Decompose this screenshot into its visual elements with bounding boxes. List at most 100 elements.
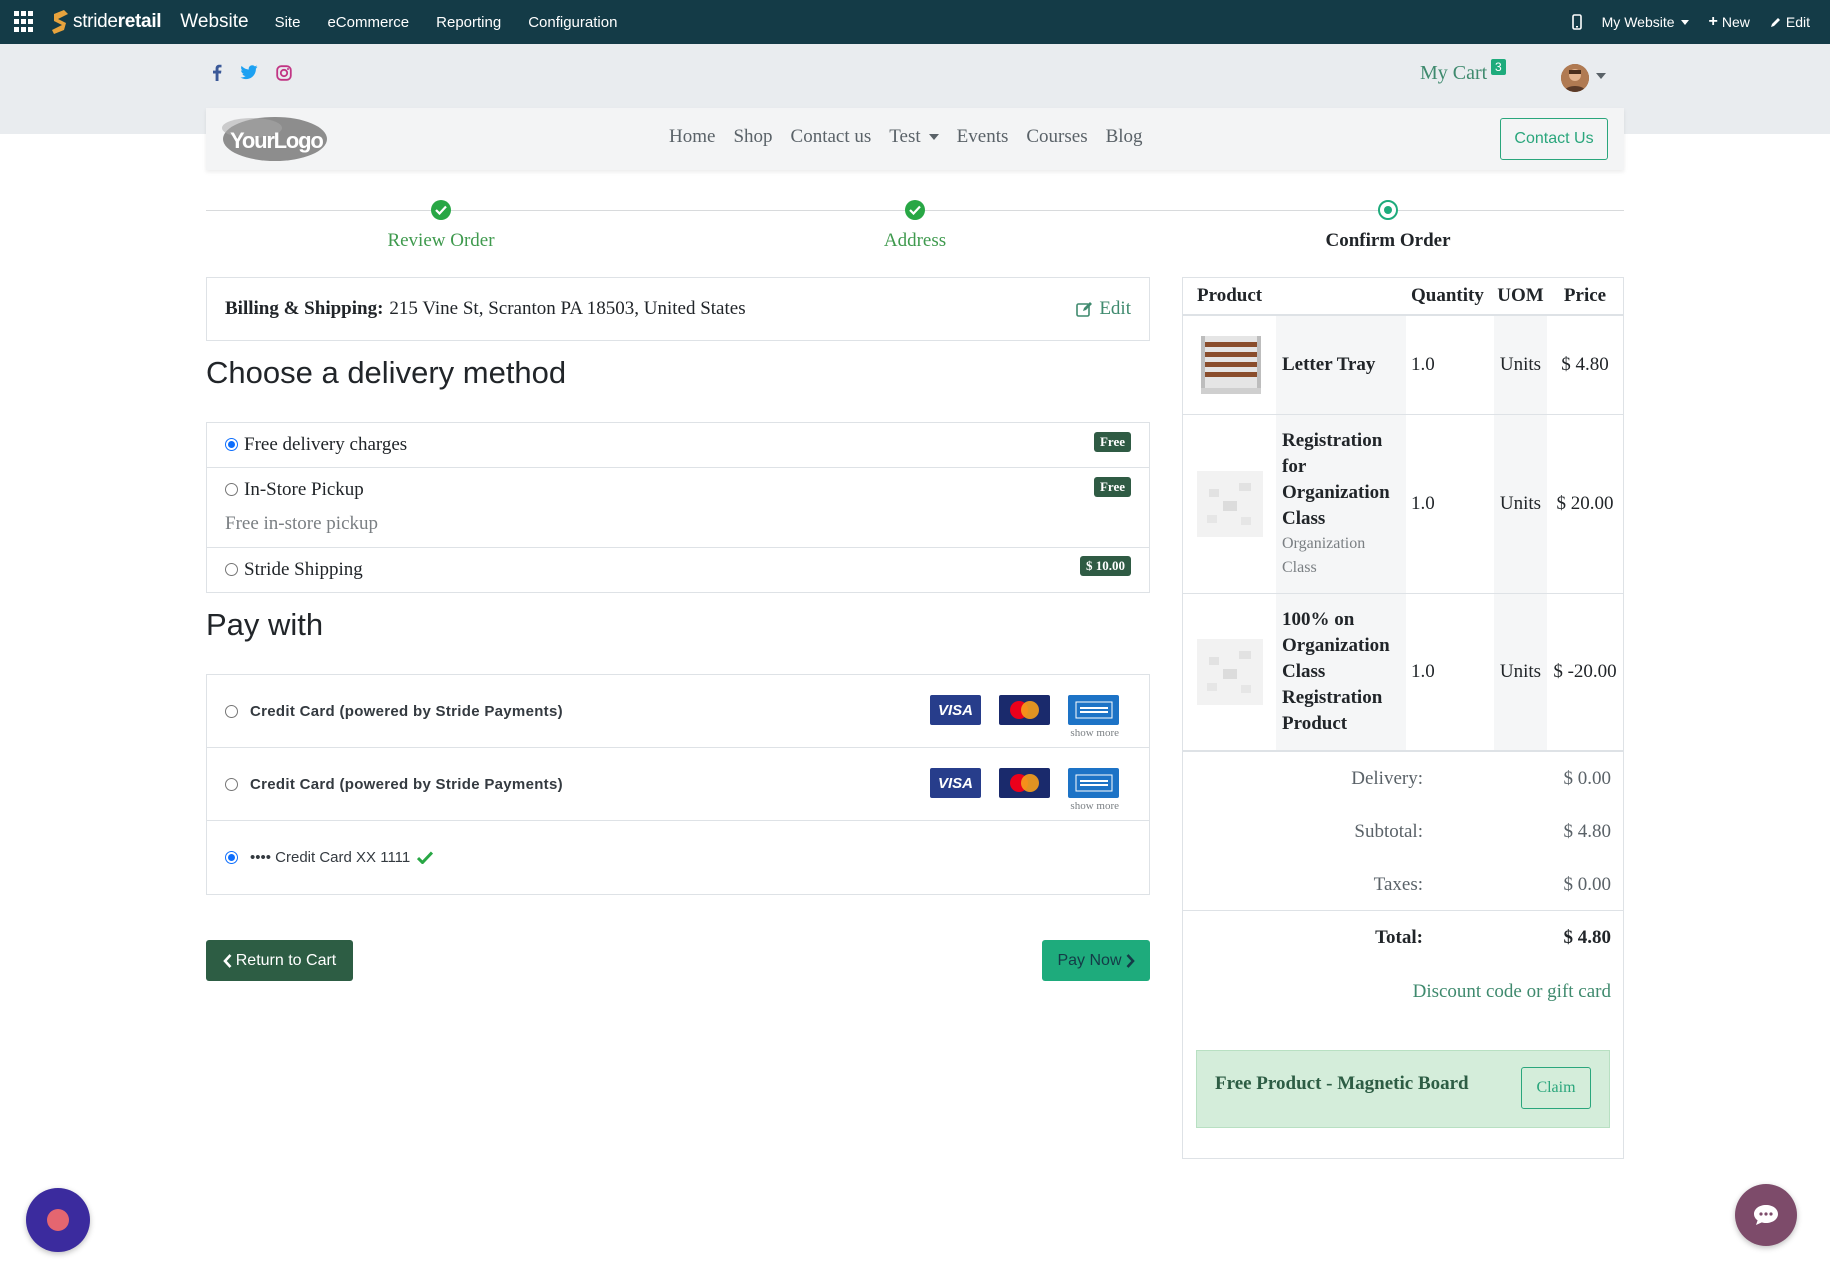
- apps-menu-icon[interactable]: [14, 11, 36, 33]
- instagram-icon[interactable]: [276, 64, 292, 81]
- pay-now-button[interactable]: Pay Now: [1042, 940, 1150, 981]
- col-uom: UOM: [1497, 285, 1544, 306]
- delivery-radio[interactable]: [225, 438, 238, 451]
- delivery-price-badge: $ 10.00: [1080, 556, 1131, 576]
- product-image[interactable]: [1183, 594, 1276, 750]
- payment-radio[interactable]: [225, 777, 238, 791]
- payment-option-saved-card[interactable]: •••• Credit Card XX 1111: [207, 821, 1149, 894]
- order-summary: Product Quantity UOM Price Letter Tray 1…: [1182, 277, 1624, 1159]
- step-review-order[interactable]: Review Order: [376, 200, 506, 252]
- step-confirm-order: Confirm Order: [1308, 200, 1468, 252]
- brand-logo[interactable]: stride retail: [50, 10, 162, 34]
- product-subtitle: Organization Class: [1282, 535, 1366, 576]
- delivery-radio[interactable]: [225, 483, 238, 496]
- delivery-option-description: Free in-store pickup: [225, 513, 379, 534]
- nav-home[interactable]: Home: [669, 126, 715, 148]
- my-cart-link[interactable]: My Cart 3: [1420, 59, 1506, 85]
- col-product: Product: [1197, 285, 1263, 306]
- twitter-icon[interactable]: [240, 65, 258, 80]
- product-quantity: 1.0: [1411, 661, 1435, 682]
- nav-test: Test: [889, 126, 921, 147]
- contact-us-button[interactable]: Contact Us: [1500, 118, 1608, 160]
- nav-test-dropdown[interactable]: Test: [889, 126, 939, 148]
- col-quantity: Quantity: [1411, 285, 1484, 306]
- return-to-cart-button[interactable]: Return to Cart: [206, 940, 353, 981]
- product-uom: Units: [1494, 415, 1547, 593]
- delivery-option[interactable]: In-Store Pickup Free Free in-store picku…: [207, 468, 1149, 548]
- taxes-label: Taxes:: [1373, 874, 1423, 895]
- chat-icon: [1754, 1205, 1778, 1225]
- delivery-price-badge: Free: [1093, 477, 1131, 497]
- new-label: New: [1721, 14, 1750, 30]
- product-name[interactable]: Letter Tray: [1282, 352, 1400, 378]
- delivery-total-label: Delivery:: [1351, 768, 1423, 789]
- payment-option[interactable]: Credit Card (powered by Stride Payments)…: [207, 675, 1149, 748]
- table-row: Registration for Organization Class Orga…: [1183, 415, 1623, 594]
- my-cart-label: My Cart: [1420, 62, 1488, 84]
- product-name[interactable]: 100% on Organization Class Registration …: [1282, 607, 1400, 737]
- menu-site[interactable]: Site: [275, 14, 301, 31]
- nav-contact-us[interactable]: Contact us: [791, 126, 872, 148]
- pencil-icon: [1770, 18, 1780, 27]
- delivery-option-label: Stride Shipping: [244, 559, 363, 580]
- live-chat-button[interactable]: [1735, 1184, 1797, 1246]
- avatar[interactable]: [1561, 64, 1589, 92]
- admin-bar: stride retail Website Site eCommerce Repo…: [0, 0, 1830, 44]
- check-circle-icon: [431, 200, 451, 220]
- edit-address-link[interactable]: Edit: [1076, 298, 1131, 320]
- nav-shop[interactable]: Shop: [733, 126, 772, 148]
- assistant-bubble-button[interactable]: [26, 1188, 90, 1252]
- billing-shipping-box: Billing & Shipping: 215 Vine St, Scranto…: [206, 277, 1150, 341]
- chevron-down-icon[interactable]: [1596, 73, 1606, 79]
- payment-radio[interactable]: [225, 851, 238, 864]
- chevron-down-icon: [928, 134, 939, 140]
- nav-blog[interactable]: Blog: [1106, 126, 1143, 148]
- product-image[interactable]: [1183, 415, 1276, 593]
- edit-icon: [1076, 302, 1093, 317]
- claim-button[interactable]: Claim: [1521, 1067, 1591, 1109]
- table-row: Letter Tray 1.0 Units $ 4.80: [1183, 316, 1623, 415]
- mastercard-icon: [999, 768, 1050, 798]
- total-row: Total: $ 4.80: [1183, 911, 1623, 964]
- mobile-preview-icon[interactable]: [1571, 14, 1582, 30]
- promo-text: Free Product - Magnetic Board: [1215, 1073, 1469, 1094]
- delivery-option[interactable]: Free delivery charges Free: [207, 423, 1149, 468]
- chevron-left-icon: [222, 953, 232, 968]
- pay-with-heading: Pay with: [206, 607, 324, 642]
- nav-courses[interactable]: Courses: [1026, 126, 1087, 148]
- return-to-cart-label: Return to Cart: [235, 951, 337, 969]
- show-more-link[interactable]: show more: [1070, 727, 1119, 739]
- facebook-icon[interactable]: [212, 64, 222, 81]
- product-price: $ 4.80: [1561, 354, 1609, 375]
- delivery-radio[interactable]: [225, 563, 238, 576]
- delivery-option[interactable]: Stride Shipping $ 10.00: [207, 548, 1149, 592]
- payment-radio[interactable]: [225, 704, 238, 718]
- edit-button[interactable]: Edit: [1770, 14, 1810, 30]
- product-name-cell: 100% on Organization Class Registration …: [1276, 594, 1406, 750]
- payment-option[interactable]: Credit Card (powered by Stride Payments)…: [207, 748, 1149, 821]
- discount-code-link[interactable]: Discount code or gift card: [1413, 981, 1611, 1003]
- menu-configuration[interactable]: Configuration: [528, 14, 617, 31]
- social-links: [212, 64, 292, 81]
- edit-label: Edit: [1785, 14, 1810, 30]
- product-image[interactable]: [1183, 316, 1276, 414]
- subtotal-value: $ 4.80: [1563, 821, 1612, 842]
- product-price: $ -20.00: [1553, 661, 1617, 682]
- step-address[interactable]: Address: [850, 200, 980, 252]
- product-name[interactable]: Registration for Organization Class: [1282, 428, 1400, 532]
- payment-option-label: Credit Card (powered by Stride Payments): [250, 775, 563, 793]
- show-more-link[interactable]: show more: [1070, 800, 1119, 812]
- visa-icon: VISA: [930, 768, 981, 798]
- subtotal-row: Subtotal: $ 4.80: [1183, 805, 1623, 858]
- order-totals: Delivery: $ 0.00 Subtotal: $ 4.80 Taxes:…: [1183, 752, 1623, 964]
- menu-reporting[interactable]: Reporting: [436, 14, 501, 31]
- new-button[interactable]: + New: [1709, 13, 1750, 31]
- menu-ecommerce[interactable]: eCommerce: [327, 14, 409, 31]
- website-selector[interactable]: My Website: [1602, 14, 1689, 30]
- app-name[interactable]: Website: [180, 11, 248, 33]
- delivery-methods: Free delivery charges Free In-Store Pick…: [206, 422, 1150, 593]
- table-row: 100% on Organization Class Registration …: [1183, 594, 1623, 752]
- total-label: Total:: [1375, 927, 1423, 948]
- nav-events[interactable]: Events: [957, 126, 1009, 148]
- delivery-option-label: In-Store Pickup: [244, 479, 364, 500]
